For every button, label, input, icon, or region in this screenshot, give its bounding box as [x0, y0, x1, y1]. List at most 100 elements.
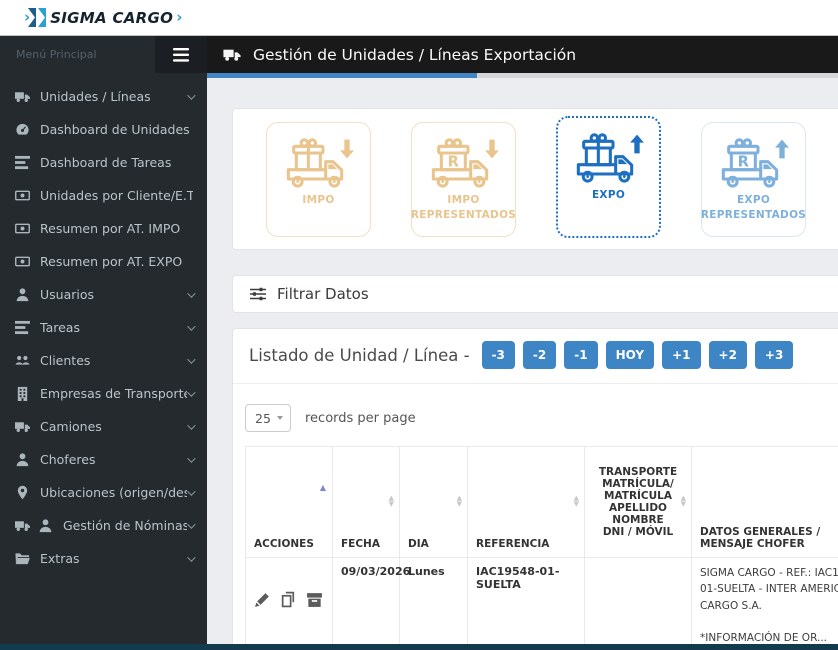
chevron-down-icon [187, 322, 195, 330]
mode-cards-panel: R IMPO R IMPO REPRESENTADOS R EXPO R EXP… [232, 108, 838, 250]
day-offset-button-plus2[interactable]: +2 [709, 341, 747, 369]
sort-asc-icon: ▲ [320, 483, 326, 492]
sidebar-item-label: Extras [40, 551, 80, 566]
user-icon [15, 287, 30, 302]
chevron-down-icon [187, 355, 195, 363]
tasks-icon [15, 320, 30, 335]
card-label: EXPO [586, 188, 631, 204]
chevron-down-icon [187, 91, 195, 99]
sidebar-item-usuarios[interactable]: Usuarios [0, 278, 207, 311]
header-underline [207, 73, 838, 78]
day-offset-button-minus3[interactable]: -3 [482, 341, 515, 369]
column-header-referencia[interactable]: REFERENCIA ▲▼ [468, 447, 585, 558]
tasks-icon [15, 155, 30, 170]
truck-icon [15, 419, 30, 434]
sidebar-item-clientes[interactable]: Clientes [0, 344, 207, 377]
logo-hourglass-icon [27, 8, 47, 27]
unidades-table: ACCIONES ▲ FECHA ▲▼ DIA ▲▼ [245, 446, 838, 644]
chevron-down-icon [187, 520, 195, 528]
sidebar-item-label: Ubicaciones (origen/destino) [40, 485, 187, 500]
sidebar-item-label: Dashboard de Unidades [40, 122, 190, 137]
listado-title: Listado de Unidad / Línea - [249, 346, 470, 365]
column-header-datos-generales[interactable]: DATOS GENERALES / MENSAJE CHOFER [692, 447, 838, 558]
table-row: 09/03/2026 Lunes IAC19548-01-SUELTA SIGM… [246, 558, 838, 645]
top-logo-bar: › SIGMA CARGO › [0, 0, 838, 36]
user-icon [38, 518, 53, 533]
sidebar-header-label: Menú Principal [0, 48, 155, 61]
truck-gift-up-r-icon: R [718, 136, 790, 190]
truck-icon [15, 518, 30, 533]
truck-icon [223, 47, 241, 62]
sidebar-item-unidades-por-cliente[interactable]: Unidades por Cliente/E.Transporte [0, 179, 207, 212]
sidebar-item-empresas-transporte[interactable]: Empresas de Transporte [0, 377, 207, 410]
sort-icon: ▲▼ [681, 496, 686, 508]
hamburger-icon [173, 48, 189, 62]
logo-text: SIGMA CARGO [50, 9, 173, 27]
sidebar-item-label: Resumen por AT. EXPO [40, 254, 182, 269]
sidebar-item-resumen-at-impo[interactable]: Resumen por AT. IMPO [0, 212, 207, 245]
cell-fecha: 09/03/2026 [333, 558, 400, 645]
sidebar-item-tareas[interactable]: Tareas [0, 311, 207, 344]
day-offset-button-plus1[interactable]: +1 [662, 341, 700, 369]
sidebar-item-choferes[interactable]: Choferes [0, 443, 207, 476]
sidebar-item-camiones[interactable]: Camiones [0, 410, 207, 443]
cell-transporte [585, 558, 692, 645]
card-impo-representados[interactable]: R IMPO REPRESENTADOS [411, 122, 516, 237]
sidebar-item-label: Resumen por AT. IMPO [40, 221, 180, 236]
users-icon [15, 353, 30, 368]
caret-down-icon [277, 416, 283, 420]
day-offset-button-minus1[interactable]: -1 [564, 341, 597, 369]
money-icon [15, 254, 30, 269]
sidebar-item-dashboard-unidades[interactable]: Dashboard de Unidades [0, 113, 207, 146]
filter-datos-toggle[interactable]: Filtrar Datos [232, 275, 838, 313]
cell-datos-generales: SIGMA CARGO - REF.: IAC19548-01-SUELTA -… [692, 558, 838, 645]
page-header: Gestión de Unidades / Líneas Exportación [207, 36, 838, 73]
sidebar-item-gestion-nominas[interactable]: Gestión de Nóminas [0, 509, 207, 542]
day-offset-button-plus3[interactable]: +3 [755, 341, 793, 369]
sidebar-item-label: Clientes [40, 353, 90, 368]
copy-icon[interactable] [280, 591, 297, 608]
card-impo[interactable]: R IMPO [266, 122, 371, 237]
listado-panel: Listado de Unidad / Línea - -3 -2 -1 HOY… [232, 328, 838, 644]
sidebar-item-unidades-lineas[interactable]: Unidades / Líneas [0, 80, 207, 113]
day-offset-button-minus2[interactable]: -2 [523, 341, 556, 369]
records-per-page-select[interactable]: 25 [245, 404, 291, 432]
sigma-cargo-logo[interactable]: › SIGMA CARGO › [24, 8, 182, 27]
card-label: IMPO [296, 193, 340, 209]
edit-pencil-icon[interactable] [254, 591, 271, 608]
sidebar-item-label: Gestión de Nóminas [63, 518, 187, 533]
sidebar-item-label: Unidades / Líneas [40, 89, 151, 104]
day-offset-button-hoy[interactable]: HOY [606, 341, 655, 369]
sidebar-item-label: Usuarios [40, 287, 94, 302]
truck-gift-down-r-icon: R [428, 136, 500, 190]
card-expo-representados[interactable]: R EXPO REPRESENTADOS [701, 122, 806, 237]
sidebar-item-label: Camiones [40, 419, 102, 434]
archive-box-icon[interactable] [306, 591, 323, 608]
truck-icon [15, 89, 30, 104]
chevron-down-icon [187, 454, 195, 462]
cell-referencia: IAC19548-01-SUELTA [468, 558, 585, 645]
user-icon [15, 452, 30, 467]
sidebar-item-dashboard-tareas[interactable]: Dashboard de Tareas [0, 146, 207, 179]
card-expo-selected[interactable]: R EXPO [556, 116, 661, 238]
truck-gift-down-icon: R [283, 136, 355, 190]
chevron-down-icon [187, 289, 195, 297]
bottom-accent-bar [0, 644, 838, 650]
sidebar-item-ubicaciones[interactable]: Ubicaciones (origen/destino) [0, 476, 207, 509]
column-header-fecha[interactable]: FECHA ▲▼ [333, 447, 400, 558]
sidebar-toggle-button[interactable] [155, 36, 207, 73]
svg-text:R: R [447, 153, 458, 170]
cell-dia: Lunes [400, 558, 468, 645]
sidebar-item-label: Empresas de Transporte [40, 386, 187, 401]
sidebar-item-label: Tareas [40, 320, 80, 335]
column-header-acciones[interactable]: ACCIONES ▲ [246, 447, 333, 558]
map-marker-icon [15, 485, 30, 500]
svg-text:R: R [737, 153, 748, 170]
money-icon [15, 188, 30, 203]
column-header-transporte[interactable]: TRANSPORTE MATRÍCULA/ MATRÍCULA APELLIDO… [585, 447, 692, 558]
sidebar-item-label: Dashboard de Tareas [40, 155, 171, 170]
column-header-dia[interactable]: DIA ▲▼ [400, 447, 468, 558]
folder-icon [15, 551, 30, 566]
sidebar-item-extras[interactable]: Extras [0, 542, 207, 575]
sidebar-item-resumen-at-expo[interactable]: Resumen por AT. EXPO [0, 245, 207, 278]
